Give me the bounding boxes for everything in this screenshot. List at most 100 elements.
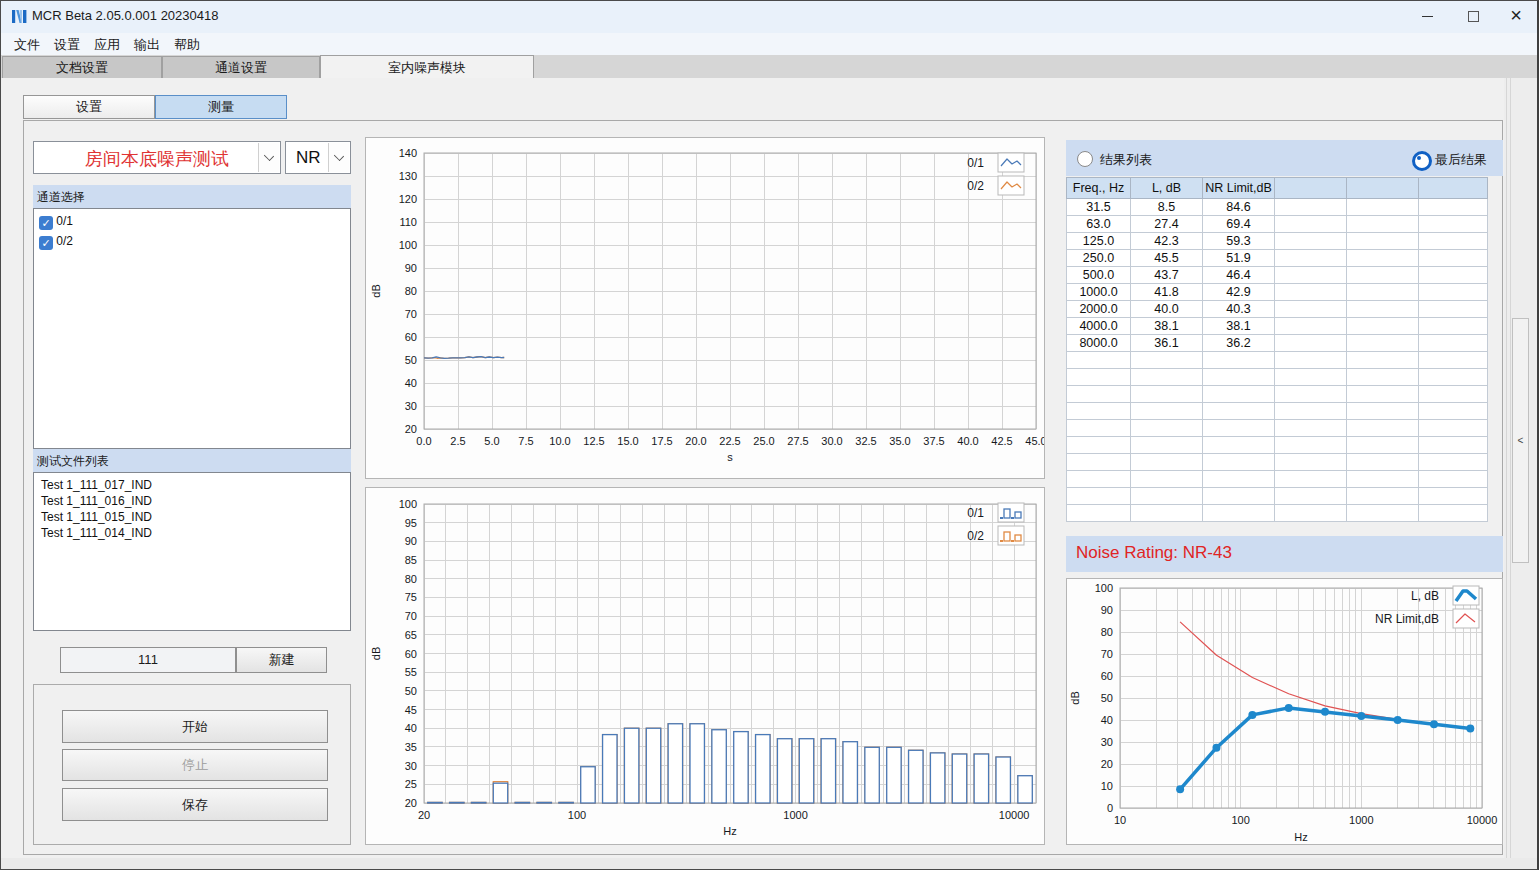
collapse-panel-button[interactable]: < — [1512, 318, 1529, 563]
nr-dropdown-icon[interactable] — [328, 143, 349, 172]
tab-0[interactable]: 文档设置 — [2, 56, 162, 78]
table-header-cell — [1275, 178, 1347, 199]
channel-item-0/2[interactable]: ✓ 0/2 — [34, 232, 350, 252]
table-row[interactable]: 1000.041.842.9 — [1067, 284, 1488, 301]
table-row[interactable]: 31.58.584.6 — [1067, 199, 1488, 216]
table-header-cell: NR Limit,dB — [1203, 178, 1275, 199]
table-header-cell: L, dB — [1131, 178, 1203, 199]
svg-text:20.0: 20.0 — [685, 435, 706, 447]
test-name-input[interactable]: 111 — [60, 647, 236, 673]
svg-text:70: 70 — [1101, 648, 1113, 660]
title-bar: MCR Beta 2.05.0.001 20230418 × — [0, 0, 1539, 33]
menu-item-1[interactable]: 设置 — [47, 33, 87, 55]
start-button[interactable]: 开始 — [62, 710, 328, 743]
channel-item-0/1[interactable]: ✓ 0/1 — [34, 212, 350, 232]
svg-text:95: 95 — [405, 517, 417, 529]
checkbox-checked-icon[interactable]: ✓ — [39, 216, 53, 230]
svg-text:85: 85 — [405, 554, 417, 566]
result-mode-bar: 结果列表 最后结果 — [1066, 140, 1503, 176]
stop-button[interactable]: 停止 — [62, 749, 328, 781]
table-row[interactable]: 2000.040.040.3 — [1067, 301, 1488, 318]
table-header-cell: Freq., Hz — [1067, 178, 1131, 199]
save-button[interactable]: 保存 — [62, 788, 328, 821]
table-empty-row — [1067, 352, 1488, 369]
svg-text:100: 100 — [399, 239, 417, 251]
svg-text:75: 75 — [405, 591, 417, 603]
noise-rating-text: Noise Rating: NR-43 — [1066, 536, 1232, 563]
table-row[interactable]: 500.043.746.4 — [1067, 267, 1488, 284]
svg-text:NR Limit,dB: NR Limit,dB — [1375, 612, 1439, 626]
svg-text:80: 80 — [405, 285, 417, 297]
checkbox-checked-icon[interactable]: ✓ — [39, 236, 53, 250]
channel-list[interactable]: ✓ 0/1✓ 0/2 — [33, 208, 351, 449]
spectrum-chart: 2025303540455055606570758085909510020100… — [365, 487, 1045, 845]
svg-text:0/1: 0/1 — [967, 156, 984, 170]
svg-text:20: 20 — [405, 797, 417, 809]
channel-section-header: 通道选择 — [33, 185, 351, 208]
app-icon — [11, 7, 30, 26]
subtab-0[interactable]: 设置 — [23, 95, 155, 119]
svg-text:5.0: 5.0 — [484, 435, 499, 447]
svg-text:10: 10 — [1101, 780, 1113, 792]
svg-text:Hz: Hz — [1294, 831, 1307, 843]
table-empty-row — [1067, 454, 1488, 471]
menu-item-3[interactable]: 输出 — [127, 33, 167, 55]
table-row[interactable]: 63.027.469.4 — [1067, 216, 1488, 233]
file-item-1[interactable]: Test 1_111_016_IND — [34, 493, 350, 509]
tab-1[interactable]: 通道设置 — [162, 56, 320, 78]
result-list-label: 结果列表 — [1100, 151, 1152, 169]
file-item-0[interactable]: Test 1_111_017_IND — [34, 477, 350, 493]
subtab-1[interactable]: 测量 — [155, 95, 287, 119]
table-row[interactable]: 250.045.551.9 — [1067, 250, 1488, 267]
file-item-2[interactable]: Test 1_111_015_IND — [34, 509, 350, 525]
tab-2[interactable]: 室内噪声模块 — [320, 55, 534, 78]
svg-text:70: 70 — [405, 610, 417, 622]
menu-bar: 文件设置应用输出帮助 — [0, 33, 1539, 55]
svg-text:40: 40 — [405, 377, 417, 389]
test-type-dropdown-icon[interactable] — [258, 143, 279, 172]
table-empty-row — [1067, 369, 1488, 386]
svg-text:17.5: 17.5 — [651, 435, 672, 447]
svg-text:120: 120 — [399, 193, 417, 205]
svg-text:100: 100 — [1231, 814, 1249, 826]
svg-text:55: 55 — [405, 666, 417, 678]
svg-text:100: 100 — [568, 809, 586, 821]
file-item-3[interactable]: Test 1_111_014_IND — [34, 525, 350, 541]
svg-text:25.0: 25.0 — [753, 435, 774, 447]
svg-text:70: 70 — [405, 308, 417, 320]
files-section-header: 测试文件列表 — [33, 449, 351, 472]
maximize-button[interactable] — [1450, 0, 1496, 33]
close-button[interactable]: × — [1493, 0, 1539, 33]
test-file-list[interactable]: Test 1_111_017_INDTest 1_111_016_INDTest… — [33, 472, 351, 631]
svg-text:0/1: 0/1 — [967, 506, 984, 520]
new-button[interactable]: 新建 — [236, 647, 327, 673]
table-row[interactable]: 8000.036.136.2 — [1067, 335, 1488, 352]
svg-text:25: 25 — [405, 778, 417, 790]
svg-text:35.0: 35.0 — [889, 435, 910, 447]
nr-combobox[interactable]: NR — [285, 141, 351, 174]
table-row[interactable]: 125.042.359.3 — [1067, 233, 1488, 250]
table-header-row: Freq., HzL, dBNR Limit,dB — [1067, 178, 1488, 199]
last-result-radio[interactable] — [1412, 151, 1432, 171]
menu-item-0[interactable]: 文件 — [7, 33, 47, 55]
svg-text:10: 10 — [1114, 814, 1126, 826]
svg-text:90: 90 — [1101, 604, 1113, 616]
minimize-button[interactable] — [1404, 0, 1450, 33]
svg-text:L, dB: L, dB — [1411, 589, 1439, 603]
svg-text:30: 30 — [405, 400, 417, 412]
result-list-radio[interactable] — [1077, 151, 1093, 167]
menu-item-2[interactable]: 应用 — [87, 33, 127, 55]
svg-text:35: 35 — [405, 741, 417, 753]
svg-text:22.5: 22.5 — [719, 435, 740, 447]
window-bottom-strip — [0, 858, 1539, 870]
svg-text:1000: 1000 — [1349, 814, 1373, 826]
menu-item-4[interactable]: 帮助 — [167, 33, 207, 55]
svg-text:37.5: 37.5 — [923, 435, 944, 447]
svg-text:80: 80 — [1101, 626, 1113, 638]
svg-text:42.5: 42.5 — [991, 435, 1012, 447]
svg-text:10.0: 10.0 — [549, 435, 570, 447]
test-type-combobox[interactable]: 房间本底噪声测试 — [33, 141, 281, 174]
results-table[interactable]: Freq., HzL, dBNR Limit,dB31.58.584.663.0… — [1066, 177, 1488, 522]
svg-text:1000: 1000 — [783, 809, 807, 821]
table-row[interactable]: 4000.038.138.1 — [1067, 318, 1488, 335]
